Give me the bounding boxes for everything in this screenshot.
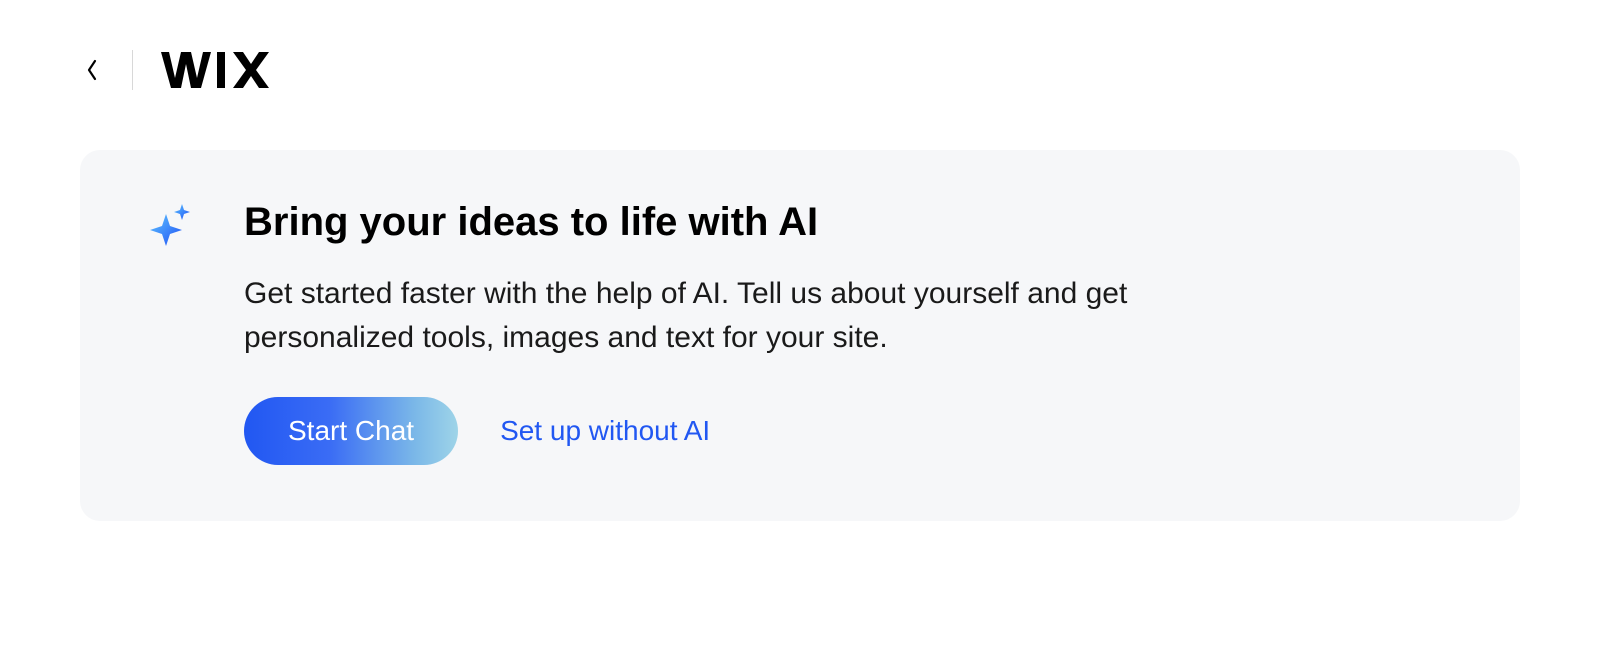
ai-promo-card: Bring your ideas to life with AI Get sta…: [80, 150, 1520, 521]
header-divider: [132, 50, 133, 90]
chevron-left-icon: [85, 58, 99, 82]
card-description: Get started faster with the help of AI. …: [244, 272, 1294, 359]
card-heading: Bring your ideas to life with AI: [244, 198, 1450, 246]
card-content: Bring your ideas to life with AI Get sta…: [244, 198, 1450, 465]
card-actions: Start Chat Set up without AI: [244, 397, 1450, 465]
back-button[interactable]: [80, 58, 104, 82]
sparkle-icon: [150, 204, 192, 246]
wix-logo[interactable]: [161, 50, 271, 90]
header: [0, 0, 1600, 120]
start-chat-button[interactable]: Start Chat: [244, 397, 458, 465]
setup-without-ai-link[interactable]: Set up without AI: [500, 415, 710, 447]
wix-logo-svg: [161, 50, 271, 90]
